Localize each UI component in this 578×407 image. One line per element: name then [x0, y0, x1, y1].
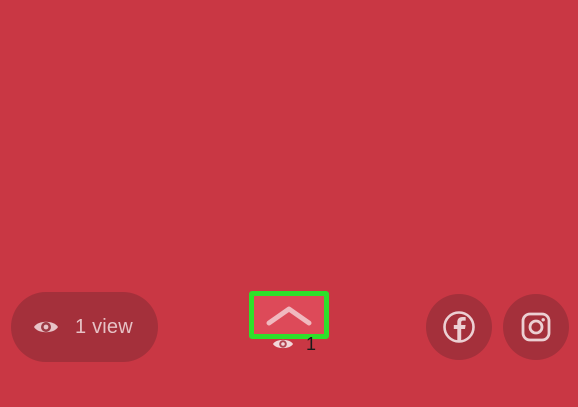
viewer-count-number: 1 [306, 334, 317, 354]
viewer-count[interactable]: 1 [272, 335, 316, 353]
swipe-up-button[interactable] [249, 291, 329, 339]
eye-icon [34, 321, 58, 333]
share-facebook-button[interactable] [426, 294, 492, 360]
views-count-label: 1 view [75, 315, 133, 338]
chevron-up-icon [266, 306, 312, 326]
facebook-icon [443, 311, 475, 343]
share-instagram-button[interactable] [503, 294, 569, 360]
views-button[interactable]: 1 view [11, 292, 158, 362]
eye-icon [273, 339, 293, 349]
instagram-icon [521, 312, 551, 342]
